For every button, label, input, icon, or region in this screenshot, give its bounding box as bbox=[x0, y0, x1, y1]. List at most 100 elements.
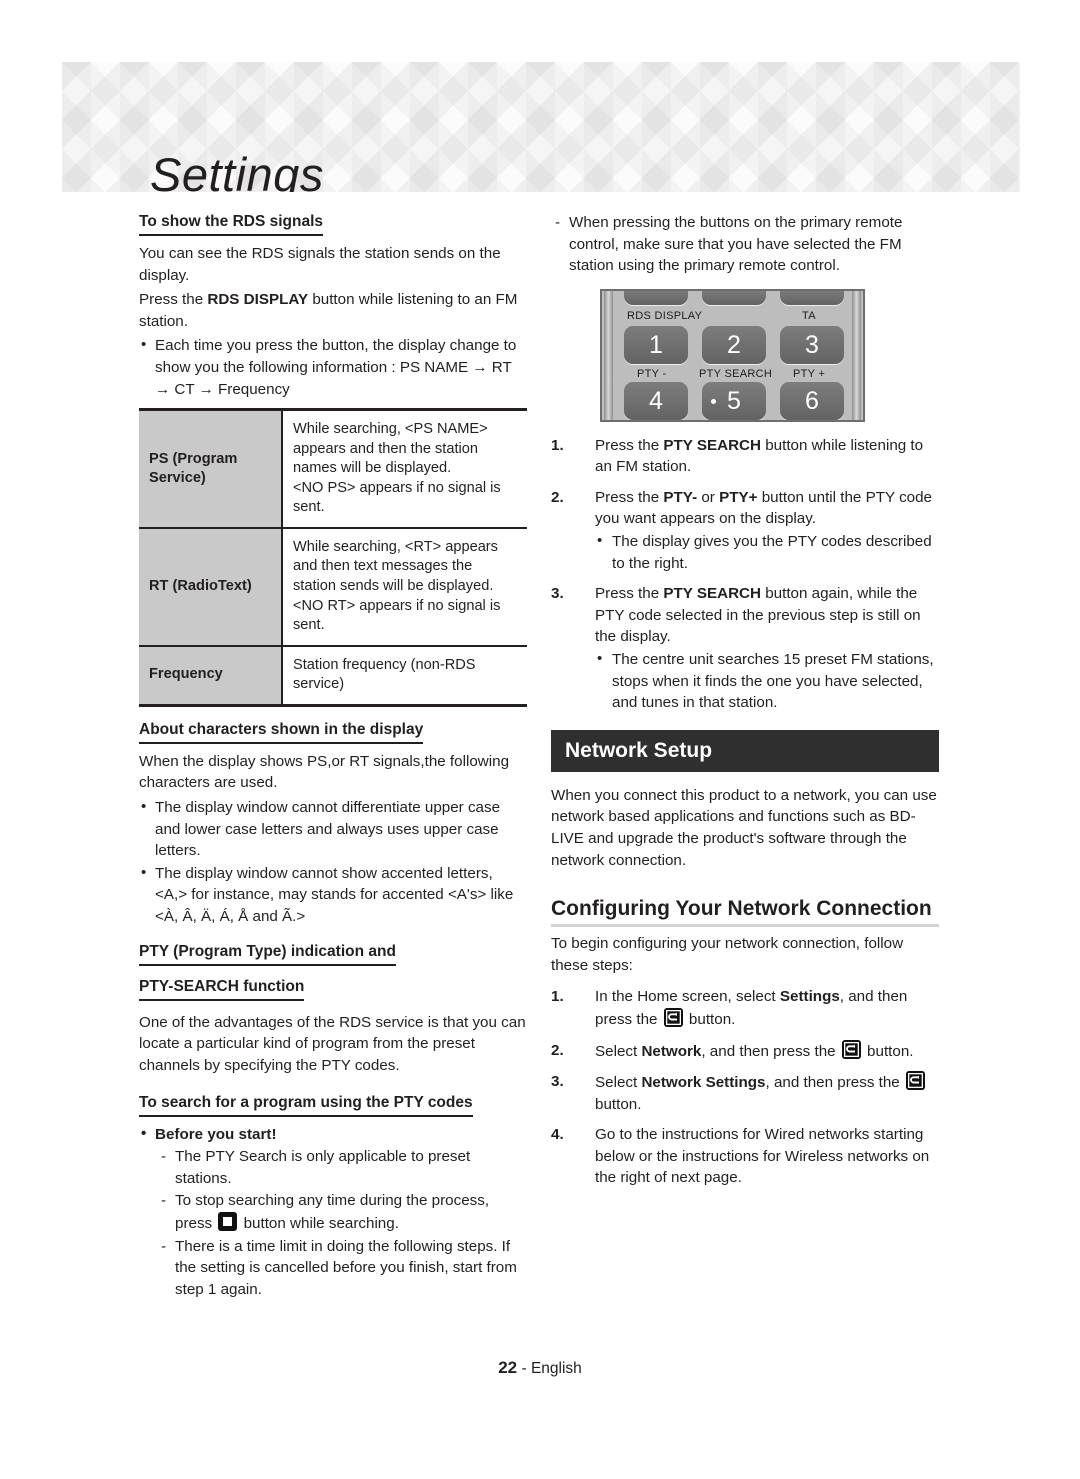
step-number: 2. bbox=[551, 488, 564, 506]
section-header-network-setup: Network Setup bbox=[551, 729, 939, 772]
rds-signal-table: PS (Program Service) While searching, <P… bbox=[139, 408, 527, 707]
step-text-part: Select bbox=[595, 1074, 642, 1092]
heading-configuring-network-connection: Configuring Your Network Connection bbox=[551, 896, 939, 928]
step-text-part: Press the bbox=[595, 585, 664, 603]
list-pty-search-steps: 1. Press the PTY SEARCH button while lis… bbox=[551, 435, 939, 714]
remote-key-6: 6 bbox=[780, 381, 844, 420]
list-item: When pressing the buttons on the primary… bbox=[551, 212, 939, 277]
step-number: 2. bbox=[551, 1041, 564, 1059]
list-item: The PTY Search is only applicable to pre… bbox=[157, 1146, 527, 1189]
step-text-part: or bbox=[697, 488, 720, 506]
enter-icon bbox=[905, 1071, 925, 1091]
step-text-part: In the Home screen, select bbox=[595, 988, 780, 1006]
list-before-you-start: Before you start! bbox=[139, 1123, 527, 1146]
footer-language: English bbox=[530, 1360, 582, 1377]
remote-right-rail bbox=[852, 290, 861, 420]
step-text-bold: PTY- bbox=[663, 488, 698, 506]
step-number: 4. bbox=[551, 1126, 564, 1144]
list-item: 2. Press the PTY- or PTY+ button until t… bbox=[551, 487, 939, 574]
table-row: PS (Program Service) While searching, <P… bbox=[139, 409, 527, 529]
remote-label-pty-minus: PTY - bbox=[637, 367, 667, 380]
step-number: 1. bbox=[551, 988, 564, 1006]
step-text-part: Select bbox=[595, 1042, 642, 1060]
step-text: Press the PTY SEARCH button while listen… bbox=[595, 437, 923, 476]
step-text-bold: PTY SEARCH bbox=[663, 436, 761, 454]
paragraph-rds-intro: You can see the RDS signals the station … bbox=[139, 245, 501, 284]
step-number: 1. bbox=[551, 436, 564, 454]
table-row: RT (RadioText) While searching, <RT> app… bbox=[139, 527, 527, 647]
page-footer: 22 - English bbox=[0, 1358, 1080, 1378]
heading-pty-indication-line2: PTY-SEARCH function bbox=[139, 977, 305, 1001]
heading-search-program-pty: To search for a program using the PTY co… bbox=[139, 1093, 473, 1117]
step-number: 3. bbox=[551, 585, 564, 603]
list-item: 2. Select Network, and then press the bu… bbox=[551, 1039, 939, 1063]
step-text: Select Network, and then press the butto… bbox=[595, 1039, 914, 1060]
paragraph-network-setup-intro: When you connect this product to a netwo… bbox=[551, 786, 937, 869]
list-item: Each time you press the button, the disp… bbox=[139, 334, 527, 400]
stop-note-suffix: button while searching. bbox=[239, 1214, 399, 1232]
step-text-bold: PTY SEARCH bbox=[663, 585, 761, 603]
left-column: To show the RDS signals You can see the … bbox=[139, 212, 527, 1301]
paragraph-characters-intro: When the display shows PS,or RT signals,… bbox=[139, 752, 510, 792]
list-item: 3. Select Network Settings, and then pre… bbox=[551, 1071, 939, 1115]
remote-label-rds-display: RDS DISPLAY bbox=[627, 309, 703, 322]
remote-label-ta: TA bbox=[802, 309, 816, 322]
step-text: Press the PTY SEARCH button again, while… bbox=[595, 585, 921, 645]
list-rds-display-cycle: Each time you press the button, the disp… bbox=[139, 334, 527, 400]
table-row: Frequency Station frequency (non-RDS ser… bbox=[139, 645, 527, 706]
step-text-part: Press the bbox=[595, 436, 664, 454]
enter-icon bbox=[841, 1039, 861, 1059]
paragraph-pty-advantages: One of the advantages of the RDS service… bbox=[139, 1013, 526, 1074]
step-text: Select Network Settings, and then press … bbox=[595, 1071, 927, 1113]
stop-icon bbox=[218, 1211, 238, 1231]
page-title: Settings bbox=[150, 148, 324, 192]
step-text-bold: Network bbox=[641, 1042, 702, 1060]
step-text-bold: PTY+ bbox=[719, 488, 758, 506]
remote-key-3: 3 bbox=[780, 325, 844, 364]
step-text: Go to the instructions for Wired network… bbox=[595, 1126, 930, 1187]
remote-label-pty-search: PTY SEARCH bbox=[699, 367, 773, 380]
heading-show-rds-signals: To show the RDS signals bbox=[139, 212, 324, 237]
list-item: The centre unit searches 15 preset FM st… bbox=[595, 648, 939, 714]
remote-key5-dot-icon bbox=[711, 398, 716, 404]
list-item: To stop searching any time during the pr… bbox=[157, 1190, 527, 1234]
list-step-notes: The centre unit searches 15 preset FM st… bbox=[595, 648, 939, 714]
list-step-notes: The display gives you the PTY codes desc… bbox=[595, 530, 939, 574]
step-text-part: button. bbox=[862, 1042, 914, 1060]
step-text-part: , and then press the bbox=[701, 1042, 840, 1060]
page-number: 22 bbox=[498, 1358, 518, 1377]
list-item: 1. In the Home screen, select Settings, … bbox=[551, 986, 939, 1030]
step-text: In the Home screen, select Settings, and… bbox=[595, 988, 907, 1028]
table-cell-value: Station frequency (non-RDS service) bbox=[282, 645, 527, 706]
list-character-notes: The display window cannot differentiate … bbox=[139, 796, 527, 928]
list-network-config-steps: 1. In the Home screen, select Settings, … bbox=[551, 986, 939, 1189]
step-number: 3. bbox=[551, 1073, 564, 1091]
step-text: Press the PTY- or PTY+ button until the … bbox=[595, 489, 932, 528]
remote-button-partial-top-right bbox=[780, 290, 844, 305]
list-item: 3. Press the PTY SEARCH button again, wh… bbox=[551, 583, 939, 713]
paragraph-configuring-intro: To begin configuring your network connec… bbox=[551, 935, 904, 974]
page-banner: Settings bbox=[62, 62, 1020, 192]
list-item: The display gives you the PTY codes desc… bbox=[595, 530, 939, 574]
step-text-part: Press the bbox=[595, 488, 664, 506]
table-cell-key: Frequency bbox=[139, 645, 283, 706]
list-item: The display window cannot show accented … bbox=[139, 862, 527, 928]
remote-key-1: 1 bbox=[624, 325, 688, 364]
table-cell-key: PS (Program Service) bbox=[139, 409, 283, 529]
table-cell-value: While searching, <RT> appears and then t… bbox=[282, 527, 527, 647]
remote-button-partial-top-mid bbox=[702, 290, 766, 305]
step-text-part: button. bbox=[595, 1095, 642, 1113]
heading-about-characters: About characters shown in the display bbox=[139, 720, 424, 744]
step-text-part: button. bbox=[684, 1011, 736, 1028]
paragraph-rds-display-press: Press the RDS DISPLAY button while liste… bbox=[139, 289, 527, 332]
list-before-you-start-details: The PTY Search is only applicable to pre… bbox=[157, 1146, 527, 1300]
list-item: 1. Press the PTY SEARCH button while lis… bbox=[551, 435, 939, 478]
list-item: The display window cannot differentiate … bbox=[139, 796, 527, 862]
step-text-bold: Settings bbox=[779, 988, 840, 1006]
remote-left-rail bbox=[604, 290, 613, 420]
right-column: When pressing the buttons on the primary… bbox=[551, 212, 939, 1198]
list-item: Before you start! bbox=[139, 1123, 527, 1146]
remote-key-4: 4 bbox=[624, 381, 688, 420]
remote-label-pty-plus: PTY + bbox=[793, 367, 826, 380]
table-cell-key: RT (RadioText) bbox=[139, 527, 283, 647]
